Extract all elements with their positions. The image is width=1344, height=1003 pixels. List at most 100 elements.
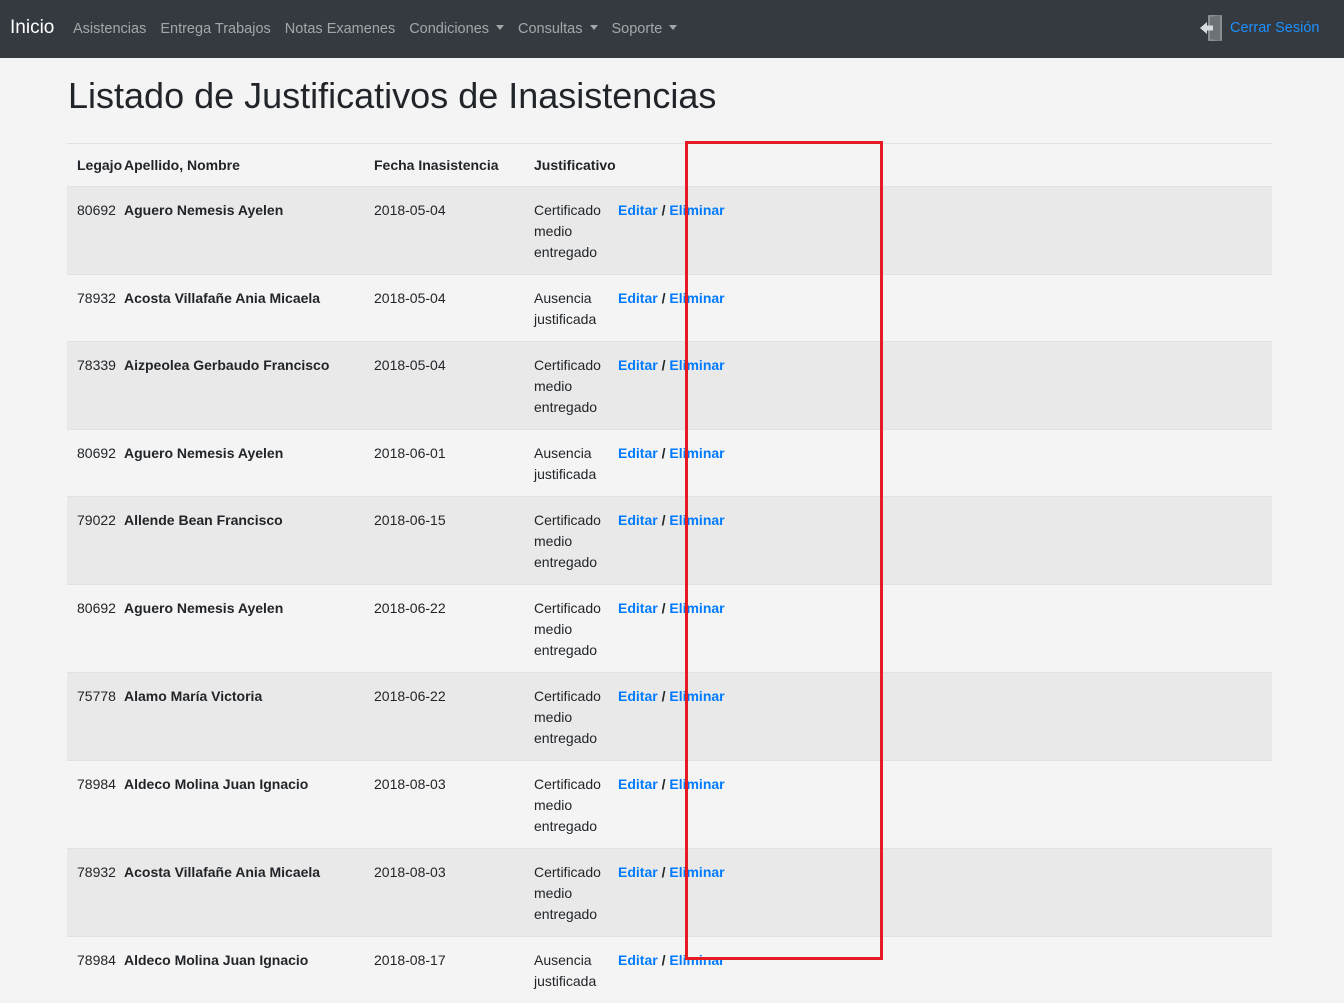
action-separator: / — [662, 952, 666, 968]
table-row: 80692Aguero Nemesis Ayelen2018-06-22Cert… — [67, 585, 1272, 673]
cell-legajo: 78339 — [67, 342, 114, 430]
cell-actions: Editar / Eliminar — [608, 761, 1272, 849]
cell-nombre: Aldeco Molina Juan Ignacio — [114, 761, 364, 849]
cell-fecha: 2018-06-15 — [364, 497, 524, 585]
nav-link-label: Asistencias — [73, 21, 146, 37]
delete-link[interactable]: Eliminar — [669, 952, 724, 968]
edit-link[interactable]: Editar — [618, 864, 658, 880]
nav-link-label: Soporte — [612, 21, 663, 37]
table-row: 75778Alamo María Victoria2018-06-22Certi… — [67, 673, 1272, 761]
justificativos-table: Legajo Apellido, Nombre Fecha Inasistenc… — [67, 143, 1272, 1003]
cell-fecha: 2018-06-22 — [364, 673, 524, 761]
cell-nombre: Acosta Villafañe Ania Micaela — [114, 849, 364, 937]
cell-justificativo: Certificado medio entregado — [524, 342, 608, 430]
table-row: 78932Acosta Villafañe Ania Micaela2018-0… — [67, 849, 1272, 937]
table-row: 78932Acosta Villafañe Ania Micaela2018-0… — [67, 275, 1272, 342]
cell-legajo: 80692 — [67, 430, 114, 497]
delete-link[interactable]: Eliminar — [669, 202, 724, 218]
delete-link[interactable]: Eliminar — [669, 776, 724, 792]
cell-actions: Editar / Eliminar — [608, 342, 1272, 430]
cell-actions: Editar / Eliminar — [608, 497, 1272, 585]
edit-link[interactable]: Editar — [618, 688, 658, 704]
cell-nombre: Aguero Nemesis Ayelen — [114, 430, 364, 497]
caret-down-icon — [590, 25, 598, 30]
cell-fecha: 2018-08-03 — [364, 849, 524, 937]
edit-link[interactable]: Editar — [618, 600, 658, 616]
cell-justificativo: Ausencia justificada — [524, 430, 608, 497]
delete-link[interactable]: Eliminar — [669, 864, 724, 880]
edit-link[interactable]: Editar — [618, 445, 658, 461]
delete-link[interactable]: Eliminar — [669, 512, 724, 528]
caret-down-icon — [496, 25, 504, 30]
edit-link[interactable]: Editar — [618, 512, 658, 528]
edit-link[interactable]: Editar — [618, 290, 658, 306]
nav-link-label: Consultas — [518, 21, 582, 37]
nav-link-soporte[interactable]: Soporte — [605, 20, 685, 38]
action-separator: / — [662, 688, 666, 704]
header-legajo: Legajo — [67, 144, 114, 187]
nav-link-entrega-trabajos[interactable]: Entrega Trabajos — [153, 20, 277, 38]
cell-fecha: 2018-05-04 — [364, 275, 524, 342]
cell-legajo: 80692 — [67, 585, 114, 673]
edit-link[interactable]: Editar — [618, 776, 658, 792]
brand-link[interactable]: Inicio — [10, 17, 54, 39]
exit-door-icon — [1199, 13, 1226, 43]
cell-legajo: 80692 — [67, 187, 114, 275]
nav-link-notas-examenes[interactable]: Notas Examenes — [278, 20, 402, 38]
action-separator: / — [662, 776, 666, 792]
cell-nombre: Aldeco Molina Juan Ignacio — [114, 937, 364, 1003]
nav-link-label: Entrega Trabajos — [160, 21, 270, 37]
cell-nombre: Aizpeolea Gerbaudo Francisco — [114, 342, 364, 430]
edit-link[interactable]: Editar — [618, 357, 658, 373]
delete-link[interactable]: Eliminar — [669, 688, 724, 704]
header-nombre: Apellido, Nombre — [114, 144, 364, 187]
cell-fecha: 2018-05-04 — [364, 187, 524, 275]
header-fecha: Fecha Inasistencia — [364, 144, 524, 187]
delete-link[interactable]: Eliminar — [669, 290, 724, 306]
nav-link-label: Condiciones — [409, 21, 489, 37]
cell-justificativo: Certificado medio entregado — [524, 497, 608, 585]
cell-nombre: Allende Bean Francisco — [114, 497, 364, 585]
cell-nombre: Aguero Nemesis Ayelen — [114, 187, 364, 275]
nav-link-condiciones[interactable]: Condiciones — [402, 20, 511, 38]
action-separator: / — [662, 357, 666, 373]
cell-nombre: Acosta Villafañe Ania Micaela — [114, 275, 364, 342]
table-row: 80692Aguero Nemesis Ayelen2018-05-04Cert… — [67, 187, 1272, 275]
top-navbar: Inicio Asistencias Entrega Trabajos Notas … — [0, 0, 1344, 58]
header-acciones — [608, 144, 1272, 187]
nav-link-asistencias[interactable]: Asistencias — [66, 20, 153, 38]
logout-label: Cerrar Sesión — [1230, 20, 1319, 36]
delete-link[interactable]: Eliminar — [669, 600, 724, 616]
edit-link[interactable]: Editar — [618, 952, 658, 968]
cell-nombre: Aguero Nemesis Ayelen — [114, 585, 364, 673]
table-row: 78339Aizpeolea Gerbaudo Francisco2018-05… — [67, 342, 1272, 430]
cell-justificativo: Ausencia justificada — [524, 937, 608, 1003]
logout-button[interactable]: Cerrar Sesión — [1199, 13, 1319, 43]
cell-justificativo: Certificado medio entregado — [524, 849, 608, 937]
cell-justificativo: Certificado medio entregado — [524, 673, 608, 761]
cell-nombre: Alamo María Victoria — [114, 673, 364, 761]
action-separator: / — [662, 202, 666, 218]
cell-actions: Editar / Eliminar — [608, 673, 1272, 761]
cell-fecha: 2018-05-04 — [364, 342, 524, 430]
cell-justificativo: Certificado medio entregado — [524, 761, 608, 849]
cell-legajo: 75778 — [67, 673, 114, 761]
cell-legajo: 78984 — [67, 761, 114, 849]
caret-down-icon — [669, 25, 677, 30]
nav-link-consultas[interactable]: Consultas — [511, 20, 604, 38]
delete-link[interactable]: Eliminar — [669, 445, 724, 461]
nav-links: Asistencias Entrega Trabajos Notas Examene… — [66, 20, 684, 38]
header-justificativo: Justificativo — [524, 144, 608, 187]
edit-link[interactable]: Editar — [618, 202, 658, 218]
table-row: 80692Aguero Nemesis Ayelen2018-06-01Ause… — [67, 430, 1272, 497]
cell-justificativo: Certificado medio entregado — [524, 187, 608, 275]
cell-actions: Editar / Eliminar — [608, 937, 1272, 1003]
cell-legajo: 79022 — [67, 497, 114, 585]
cell-actions: Editar / Eliminar — [608, 430, 1272, 497]
delete-link[interactable]: Eliminar — [669, 357, 724, 373]
page-title: Listado de Justificativos de Inasistenci… — [68, 74, 716, 118]
action-separator: / — [662, 290, 666, 306]
cell-fecha: 2018-06-22 — [364, 585, 524, 673]
table-row: 79022Allende Bean Francisco2018-06-15Cer… — [67, 497, 1272, 585]
action-separator: / — [662, 445, 666, 461]
